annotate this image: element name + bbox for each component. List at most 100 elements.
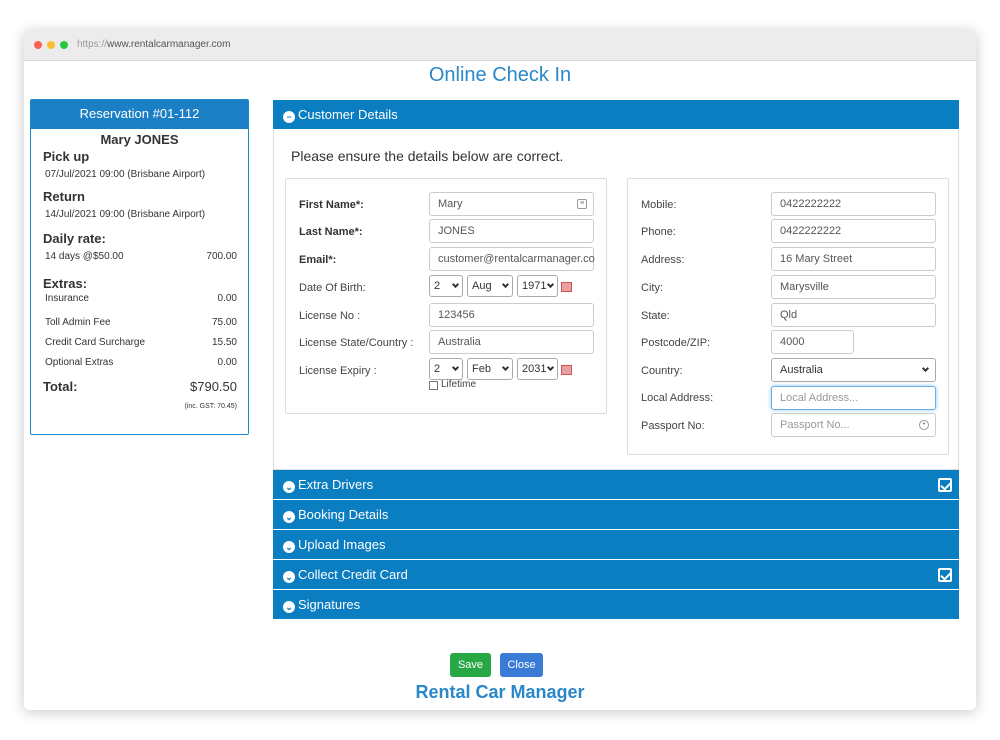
section-label: Booking Details [298, 507, 389, 522]
license-state-input[interactable]: Australia [429, 330, 594, 354]
address-input[interactable]: 16 Mary Street [771, 247, 936, 271]
chevron-down-icon [501, 280, 510, 289]
close-window-icon[interactable] [34, 41, 42, 49]
chevron-down-icon [451, 280, 460, 289]
local-address-label: Local Address: [641, 392, 714, 404]
country-value: Australia [780, 364, 823, 376]
dob-year-select[interactable]: 1971 [517, 275, 558, 297]
section-upload-images[interactable]: ⌄ Upload Images [273, 530, 959, 560]
chevron-down-icon [451, 363, 460, 372]
license-expiry-label: License Expiry : [299, 365, 377, 377]
dob-day-value: 2 [434, 280, 441, 292]
section-customer-details[interactable]: − Customer Details [273, 100, 959, 130]
dob-month-select[interactable]: Aug [467, 275, 513, 297]
footer-brand: Rental Car Manager [415, 682, 585, 702]
last-name-input[interactable]: JONES [429, 219, 594, 243]
expiry-year-select[interactable]: 2031 [517, 358, 558, 380]
url-protocol: https:// [77, 39, 108, 50]
mobile-input[interactable]: 0422222222 [771, 192, 936, 216]
expiry-year-value: 2031 [522, 363, 547, 375]
calendar-icon[interactable] [561, 365, 572, 375]
autofill-icon[interactable]: ≡ [577, 199, 587, 209]
postcode-label: Postcode/ZIP: [641, 337, 711, 349]
maximize-window-icon[interactable] [60, 41, 68, 49]
license-no-input[interactable]: 123456 [429, 303, 594, 327]
license-no-label: License No : [299, 310, 361, 322]
save-button[interactable]: Save [450, 653, 491, 677]
dob-month-value: Aug [472, 280, 492, 292]
passport-input[interactable]: Passport No... • [771, 413, 936, 437]
lifetime-label: Lifetime [441, 379, 477, 390]
section-signatures[interactable]: ⌄ Signatures [273, 590, 959, 620]
section-label: Signatures [298, 597, 361, 612]
extra-amount: 15.50 [211, 337, 237, 348]
extra-name: Insurance [45, 293, 89, 304]
country-select[interactable]: Australia [771, 358, 936, 382]
first-name-label: First Name*: [299, 199, 364, 211]
minimize-window-icon[interactable] [47, 41, 55, 49]
url-host: www.rentalcarmanager.com [107, 39, 231, 50]
expiry-month-select[interactable]: Feb [467, 358, 513, 380]
chevron-down-circle-icon: ⌄ [283, 541, 295, 553]
calendar-icon[interactable] [561, 282, 572, 292]
city-input[interactable]: Marysville [771, 275, 936, 299]
license-state-label: License State/Country : [299, 337, 414, 349]
daily-rate-heading: Daily rate: [43, 231, 106, 246]
customer-name: Mary JONES [100, 132, 179, 147]
postcode-input[interactable]: 4000 [771, 330, 854, 354]
gst-note: (inc. GST: 70.45) [184, 403, 237, 410]
section-booking-details[interactable]: ⌄ Booking Details [273, 500, 959, 530]
local-address-input[interactable]: Local Address... [771, 386, 936, 410]
dob-day-select[interactable]: 2 [429, 275, 463, 297]
pickup-value: 07/Jul/2021 09:00 (Brisbane Airport) [45, 169, 206, 180]
state-input[interactable]: Qld [771, 303, 936, 327]
mobile-label: Mobile: [641, 199, 677, 211]
browser-window: https://www.rentalcarmanager.com Online … [24, 30, 976, 710]
total-amount: $790.50 [190, 379, 237, 394]
country-label: Country: [641, 365, 683, 377]
section-label: Extra Drivers [298, 477, 374, 492]
daily-rate-desc: 14 days @$50.00 [45, 251, 124, 262]
section-collect-credit-card[interactable]: ⌄ Collect Credit Card [273, 560, 959, 590]
total-row: Total: $790.50 [43, 379, 237, 394]
checked-icon [938, 568, 952, 582]
first-name-value: Mary [438, 198, 463, 210]
lifetime-checkbox[interactable] [429, 381, 438, 390]
dob-year-value: 1971 [522, 280, 547, 292]
first-name-input[interactable]: Mary ≡ [429, 192, 594, 216]
chevron-down-circle-icon: ⌄ [283, 571, 295, 583]
chevron-down-icon [546, 280, 555, 289]
extra-row: Toll Admin Fee 75.00 [45, 317, 237, 328]
city-label: City: [641, 282, 663, 294]
address-bar[interactable]: https://www.rentalcarmanager.com [77, 39, 230, 50]
extra-row: Optional Extras 0.00 [45, 357, 237, 368]
chevron-down-icon [921, 364, 930, 373]
extra-amount: 0.00 [217, 293, 237, 304]
daily-rate-amount: 700.00 [206, 251, 237, 262]
dob-label: Date Of Birth: [299, 282, 366, 294]
passport-label: Passport No: [641, 420, 705, 432]
expiry-day-value: 2 [434, 363, 441, 375]
total-label: Total: [43, 379, 78, 394]
close-button[interactable]: Close [500, 653, 543, 677]
key-icon[interactable]: • [919, 420, 929, 430]
section-label: Upload Images [298, 537, 386, 552]
section-label: Customer Details [298, 107, 398, 122]
contact-details-box: Mobile: 0422222222 Phone: 0422222222 Add… [627, 178, 949, 455]
email-input[interactable]: customer@rentalcarmanager.co [429, 247, 595, 271]
phone-input[interactable]: 0422222222 [771, 219, 936, 243]
return-value: 14/Jul/2021 09:00 (Brisbane Airport) [45, 209, 206, 220]
browser-toolbar: https://www.rentalcarmanager.com [24, 30, 976, 61]
minus-circle-icon: − [283, 111, 295, 123]
extra-amount: 0.00 [217, 357, 237, 368]
section-extra-drivers[interactable]: ⌄ Extra Drivers [273, 470, 959, 500]
reservation-number: Reservation #01-112 [31, 100, 248, 129]
personal-details-box: First Name*: Mary ≡ Last Name*: JONES Ema… [285, 178, 607, 414]
passport-placeholder: Passport No... [780, 419, 850, 431]
address-label: Address: [641, 254, 685, 266]
checkin-accordion: − Customer Details Please ensure the deta… [273, 100, 959, 620]
expiry-day-select[interactable]: 2 [429, 358, 463, 380]
chevron-down-circle-icon: ⌄ [283, 511, 295, 523]
phone-label: Phone: [641, 226, 676, 238]
extra-name: Toll Admin Fee [45, 317, 111, 328]
